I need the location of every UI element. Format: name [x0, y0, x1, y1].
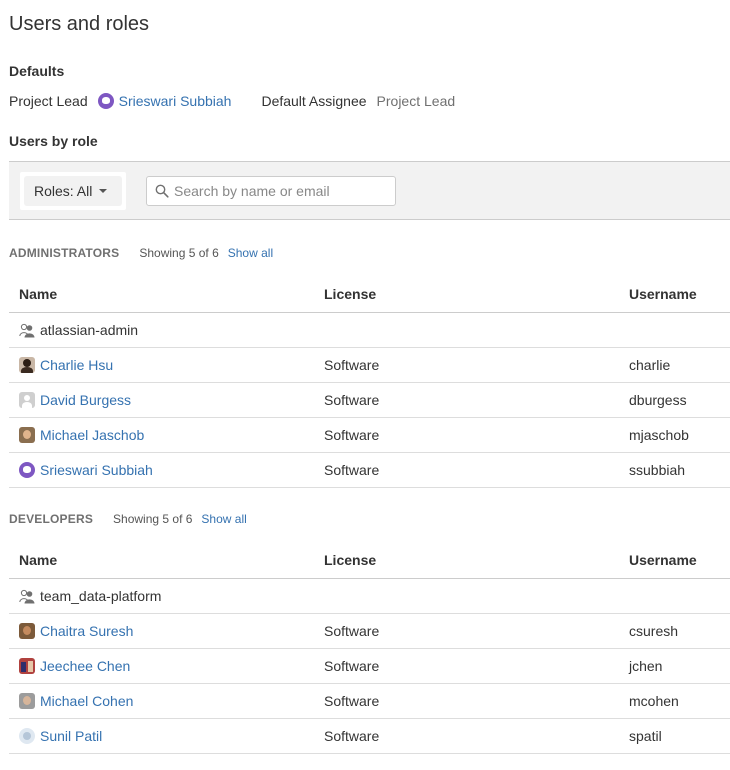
license-cell: Software	[314, 718, 619, 754]
license-cell: Software	[314, 452, 619, 488]
username-cell: spatil	[619, 718, 730, 754]
column-header-name: Name	[9, 543, 314, 579]
role-title: ADMINISTRATORS	[9, 246, 120, 260]
showing-count: Showing 5 of 6	[139, 246, 219, 260]
license-cell	[314, 312, 619, 348]
search-box[interactable]	[146, 176, 396, 206]
group-name: atlassian-admin	[40, 321, 139, 338]
table-row: Srieswari Subbiah Software ssubbiah	[9, 452, 730, 488]
avatar-srieswari	[19, 461, 35, 478]
avatar-michael	[19, 426, 35, 443]
avatar-sunil	[19, 727, 35, 744]
search-icon	[155, 184, 169, 198]
license-cell: Software	[314, 382, 619, 418]
defaults-row: Project Lead Srieswari Subbiah Default A…	[9, 93, 455, 109]
developers-table: Name License Username team_data-platform	[9, 543, 730, 754]
filter-toolbar: Roles: All	[9, 161, 730, 220]
table-row: Chaitra Suresh Software csuresh	[9, 613, 730, 649]
license-cell: Software	[314, 613, 619, 649]
group-name: team_data-platform	[40, 587, 162, 604]
license-cell: Software	[314, 347, 619, 383]
username-cell: mjaschob	[619, 417, 730, 453]
user-link[interactable]: Charlie Hsu	[40, 357, 113, 373]
defaults-heading: Defaults	[9, 63, 65, 79]
avatar-charlie	[19, 356, 35, 373]
show-all-link[interactable]: Show all	[201, 512, 246, 526]
section-header-developers: DEVELOPERS Showing 5 of 6 Show all	[9, 512, 247, 526]
users-by-role-heading: Users by role	[9, 133, 98, 149]
license-cell: Software	[314, 417, 619, 453]
column-header-license: License	[314, 277, 619, 313]
username-cell	[619, 578, 730, 614]
user-link[interactable]: Michael Cohen	[40, 693, 133, 709]
username-cell: mcohen	[619, 683, 730, 719]
user-link[interactable]: Jeechee Chen	[40, 658, 130, 674]
avatar-default	[19, 391, 35, 408]
roles-filter-dropdown[interactable]: Roles: All	[24, 176, 122, 206]
group-icon	[19, 589, 35, 603]
table-row: Charlie Hsu Software charlie	[9, 347, 730, 383]
user-link[interactable]: Sunil Patil	[40, 728, 102, 744]
license-cell: Software	[314, 648, 619, 684]
license-cell: Software	[314, 683, 619, 719]
chevron-down-icon	[99, 189, 107, 193]
avatar-jeechee	[19, 657, 35, 674]
roles-filter-label: Roles: All	[34, 183, 93, 199]
username-cell: csuresh	[619, 613, 730, 649]
page-title: Users and roles	[9, 13, 150, 35]
username-cell: ssubbiah	[619, 452, 730, 488]
administrators-table: Name License Username atlassian-admin Ch	[9, 277, 730, 488]
table-header-row: Name License Username	[9, 277, 730, 313]
showing-count: Showing 5 of 6	[113, 512, 193, 526]
project-lead-label: Project Lead	[9, 93, 88, 109]
section-header-administrators: ADMINISTRATORS Showing 5 of 6 Show all	[9, 246, 273, 260]
username-cell: charlie	[619, 347, 730, 383]
search-input[interactable]	[172, 178, 387, 204]
column-header-username: Username	[619, 543, 730, 579]
default-assignee-label: Default Assignee	[261, 93, 367, 109]
table-row: Jeechee Chen Software jchen	[9, 648, 730, 684]
table-row: team_data-platform	[9, 578, 730, 614]
table-row: Michael Cohen Software mcohen	[9, 683, 730, 719]
user-link[interactable]: Chaitra Suresh	[40, 623, 133, 639]
license-cell	[314, 578, 619, 614]
roles-filter-wrapper: Roles: All	[20, 172, 126, 210]
role-title: DEVELOPERS	[9, 512, 94, 526]
avatar-chaitra	[19, 622, 35, 639]
column-header-username: Username	[619, 277, 730, 313]
project-lead-avatar	[97, 93, 114, 109]
user-link[interactable]: Michael Jaschob	[40, 427, 144, 443]
user-link[interactable]: David Burgess	[40, 392, 131, 408]
group-icon	[19, 323, 35, 337]
column-header-license: License	[314, 543, 619, 579]
default-assignee-value: Project Lead	[376, 93, 456, 109]
table-row: Sunil Patil Software spatil	[9, 718, 730, 754]
username-cell: dburgess	[619, 382, 730, 418]
table-row: atlassian-admin	[9, 312, 730, 348]
username-cell: jchen	[619, 648, 730, 684]
username-cell	[619, 312, 730, 348]
column-header-name: Name	[9, 277, 314, 313]
avatar-mcohen	[19, 692, 35, 709]
show-all-link[interactable]: Show all	[228, 246, 273, 260]
table-row: David Burgess Software dburgess	[9, 382, 730, 418]
table-row: Michael Jaschob Software mjaschob	[9, 417, 730, 453]
project-lead-link[interactable]: Srieswari Subbiah	[119, 93, 232, 109]
table-header-row: Name License Username	[9, 543, 730, 579]
user-link[interactable]: Srieswari Subbiah	[40, 462, 153, 478]
